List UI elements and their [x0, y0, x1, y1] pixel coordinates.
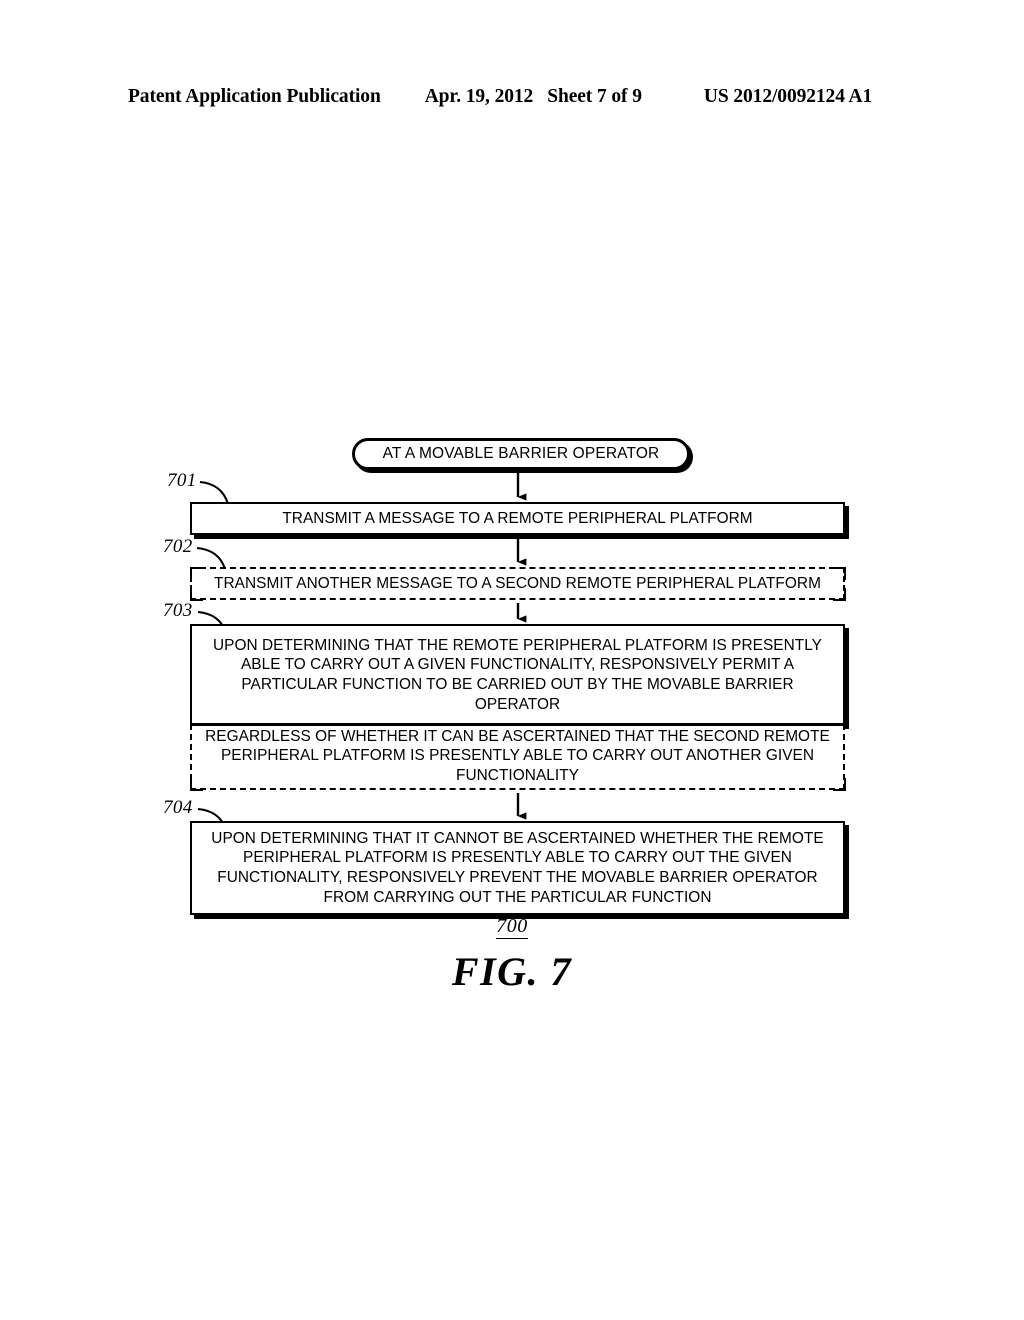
reference-numeral-701: 701	[167, 470, 197, 491]
flowchart-start-label: AT A MOVABLE BARRIER OPERATOR	[382, 445, 660, 462]
flowchart-step-704[interactable]: UPON DETERMINING THAT IT CANNOT BE ASCER…	[190, 821, 845, 915]
figure-reference-number: 700	[496, 915, 528, 939]
reference-numeral-704: 704	[163, 797, 193, 818]
flowchart-start-node[interactable]: AT A MOVABLE BARRIER OPERATOR	[352, 438, 690, 470]
flowchart-step-701[interactable]: TRANSMIT A MESSAGE TO A REMOTE PERIPHERA…	[190, 502, 845, 535]
flowchart-step-703-substep-label: REGARDLESS OF WHETHER IT CAN BE ASCERTAI…	[205, 727, 830, 784]
flowchart-700: AT A MOVABLE BARRIER OPERATOR TRANSMIT A…	[0, 0, 1024, 1320]
figure-label: FIG. 7	[451, 949, 573, 994]
reference-numeral-702: 702	[163, 536, 193, 557]
flowchart-step-704-label: UPON DETERMINING THAT IT CANNOT BE ASCER…	[211, 829, 824, 906]
leader-line-702	[196, 546, 227, 570]
flowchart-step-703-label: UPON DETERMINING THAT THE REMOTE PERIPHE…	[213, 636, 822, 713]
flowchart-step-702[interactable]: TRANSMIT ANOTHER MESSAGE TO A SECOND REM…	[189, 566, 846, 601]
figure-caption: 700 FIG. 7	[0, 915, 1024, 995]
flowchart-step-702-label: TRANSMIT ANOTHER MESSAGE TO A SECOND REM…	[214, 574, 821, 592]
reference-numeral-703: 703	[163, 600, 193, 621]
flowchart-step-703-substep[interactable]: REGARDLESS OF WHETHER IT CAN BE ASCERTAI…	[189, 724, 846, 791]
leader-line-701	[199, 480, 230, 505]
flowchart-step-701-label: TRANSMIT A MESSAGE TO A REMOTE PERIPHERA…	[282, 509, 753, 527]
flowchart-step-703[interactable]: UPON DETERMINING THAT THE REMOTE PERIPHE…	[190, 624, 845, 725]
